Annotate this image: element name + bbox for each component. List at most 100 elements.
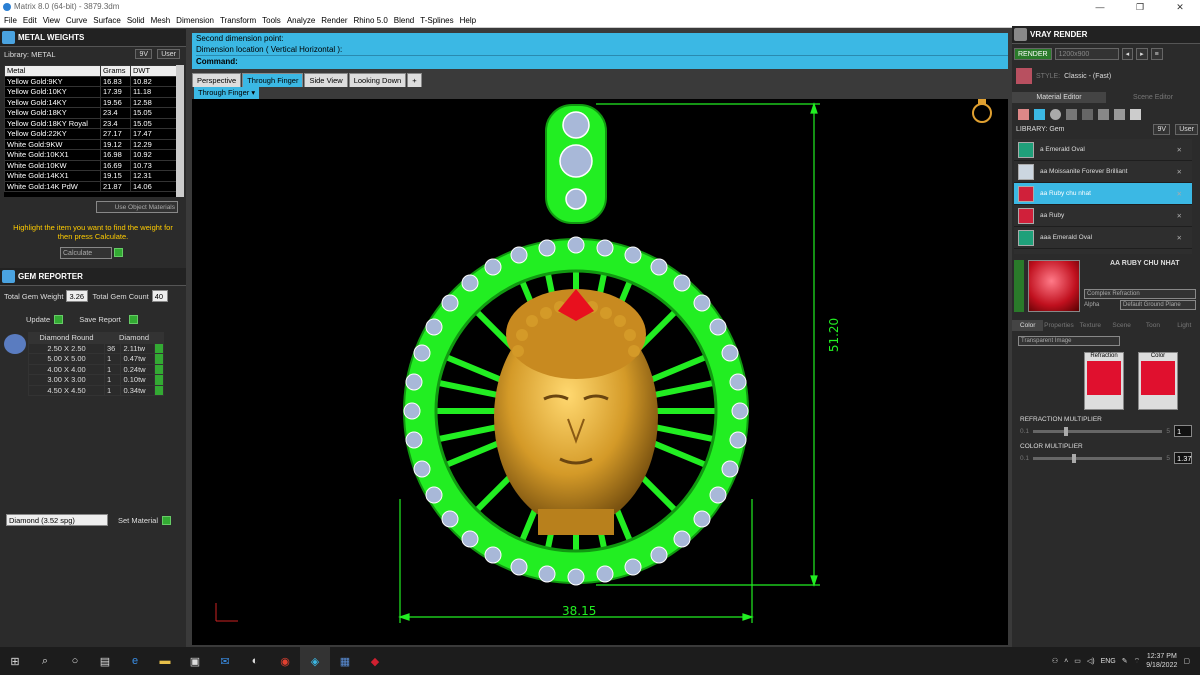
pattern-icon[interactable] [1082,108,1093,120]
network-icon[interactable]: ⌔ [1134,657,1141,666]
chevron-up-icon[interactable]: ˄ [1064,658,1068,665]
file-explorer-icon[interactable]: ▬ [150,647,180,675]
save-report-button[interactable]: Save Report [79,315,121,324]
tab-scene-editor[interactable]: Scene Editor [1106,92,1200,103]
color-slider-thumb[interactable] [1071,453,1076,463]
edge-icon[interactable]: e [120,647,150,675]
ring-size-icon[interactable] [972,99,992,123]
menu-rhino[interactable]: Rhino 5.0 [354,16,388,25]
start-icon[interactable]: ⊞ [0,647,30,675]
refraction-mode-select[interactable]: Complex Refraction [1084,289,1196,299]
list-item[interactable]: aaa Emerald Oval ✕ [1014,227,1192,249]
table-row[interactable]: White Gold:9KW 19.12 12.29 [4,138,182,150]
table-row[interactable]: 2.50 X 2.50 36 2.11tw [28,342,164,354]
table-row[interactable]: Yellow Gold:18KY Royal 23.4 15.05 [4,117,182,129]
render-button[interactable]: RENDER [1014,48,1052,60]
remove-icon[interactable]: ✕ [1177,212,1182,220]
table-row[interactable]: White Gold:10KW 16.69 10.73 [4,159,182,171]
light-icon[interactable] [1130,108,1141,120]
render-app-icon[interactable]: ◆ [360,647,390,675]
gem-row-go-icon[interactable] [154,353,164,365]
table-row[interactable]: 4.00 X 4.00 1 0.24tw [28,363,164,375]
list-item[interactable]: aa Ruby chu nhat ✕ [1014,183,1192,205]
gem-lib-user-button[interactable]: User [1175,124,1198,135]
close-button[interactable]: ✕ [1160,0,1200,14]
people-icon[interactable]: ⚇ [1052,657,1058,665]
menu-file[interactable]: File [4,16,17,25]
command-input[interactable]: Command: [196,55,1008,66]
options-icon[interactable]: ≡ [1150,48,1163,60]
table-row[interactable]: White Gold:14KX1 19.15 12.31 [4,170,182,182]
table-row[interactable]: Yellow Gold:14KY 19.56 12.58 [4,96,182,108]
next-icon[interactable]: ▸ [1136,48,1148,60]
metal-lib-user-button[interactable]: User [157,49,180,59]
remove-icon[interactable]: ✕ [1177,146,1182,154]
refraction-slider[interactable] [1033,426,1163,436]
metal-table-scrollbar[interactable] [176,65,184,197]
photos-icon[interactable]: ▦ [330,647,360,675]
menu-render[interactable]: Render [321,16,347,25]
gem-row-go-icon[interactable] [154,363,164,375]
volume-icon[interactable]: ◁) [1087,657,1095,665]
table-row[interactable]: White Gold:14K PdW 21.87 14.06 [4,180,182,192]
resolution-field[interactable]: 1200x900 [1054,48,1119,60]
gem-lib-9v-button[interactable]: 9V [1153,124,1170,135]
maximize-button[interactable]: ❐ [1120,0,1160,14]
use-object-materials-toggle[interactable]: Use Object Materials [96,201,178,213]
color-value[interactable]: 1.37 [1174,452,1192,464]
mail-icon[interactable]: ✉ [210,647,240,675]
style-select[interactable]: Classic - (Fast) [1064,73,1111,80]
pendant-model[interactable] [403,104,749,586]
update-button[interactable]: Update [26,315,50,324]
color-slider[interactable] [1033,453,1163,463]
menu-curve[interactable]: Curve [66,16,87,25]
table-row[interactable]: Yellow Gold:22KY 27.17 17.47 [4,128,182,140]
refraction-slider-thumb[interactable] [1064,426,1069,436]
remove-icon[interactable]: ✕ [1177,234,1182,242]
menu-mesh[interactable]: Mesh [151,16,171,25]
save-report-go-icon[interactable] [128,314,138,324]
menu-dimension[interactable]: Dimension [176,16,214,25]
chrome-icon[interactable]: ◉ [270,647,300,675]
table-row[interactable]: 5.00 X 5.00 1 0.47tw [28,353,164,365]
store-icon[interactable]: ▣ [180,647,210,675]
refraction-swatch[interactable]: Refraction [1084,352,1124,410]
tab-toon[interactable]: Toon [1137,320,1168,331]
tab-texture[interactable]: Texture [1075,320,1106,331]
tab-scene[interactable]: Scene [1106,320,1137,331]
list-item[interactable]: a Emerald Oval ✕ [1014,139,1192,161]
matrix-app-icon[interactable]: ◈ [300,647,330,675]
menu-view[interactable]: View [43,16,60,25]
menu-analyze[interactable]: Analyze [287,16,315,25]
list-item[interactable]: aa Ruby ✕ [1014,205,1192,227]
menu-surface[interactable]: Surface [93,16,121,25]
tab-through-finger[interactable]: Through Finger [242,73,304,87]
menu-transform[interactable]: Transform [220,16,256,25]
pen-icon[interactable]: ✎ [1122,657,1128,665]
copy-icon[interactable] [1114,108,1125,120]
task-view-icon[interactable]: ▤ [90,647,120,675]
gem-material-select[interactable]: Diamond (3.52 spg) [6,514,108,526]
table-row[interactable]: White Gold:10KX1 16.98 10.92 [4,149,182,161]
metal-lib-9v-button[interactable]: 9V [135,49,152,59]
dimension-height-label[interactable]: 51.20 [827,318,841,352]
table-row[interactable]: 4.50 X 4.50 1 0.34tw [28,384,164,396]
texture-icon[interactable] [1066,108,1077,120]
tab-material-editor[interactable]: Material Editor [1012,92,1106,103]
table-row[interactable]: Yellow Gold:9KY 16.83 10.82 [4,75,182,87]
drop-icon[interactable] [1018,108,1029,120]
col-metal[interactable]: Metal [4,65,101,77]
gem-row-go-icon[interactable] [154,384,164,396]
battery-icon[interactable]: ▭ [1074,657,1081,665]
collapse-handle[interactable] [1014,260,1024,312]
refraction-value[interactable]: 1 [1174,425,1192,437]
minimize-button[interactable]: — [1080,0,1120,14]
tab-add[interactable]: + [407,73,422,87]
prev-icon[interactable]: ◂ [1121,48,1134,60]
menu-blend[interactable]: Blend [394,16,414,25]
gem-row-go-icon[interactable] [154,342,164,354]
clock[interactable]: 12:37 PM 9/18/2022 [1146,652,1177,670]
search-icon[interactable]: ⌕ [30,647,60,675]
menu-edit[interactable]: Edit [23,16,37,25]
cortana-icon[interactable]: ○ [60,647,90,675]
